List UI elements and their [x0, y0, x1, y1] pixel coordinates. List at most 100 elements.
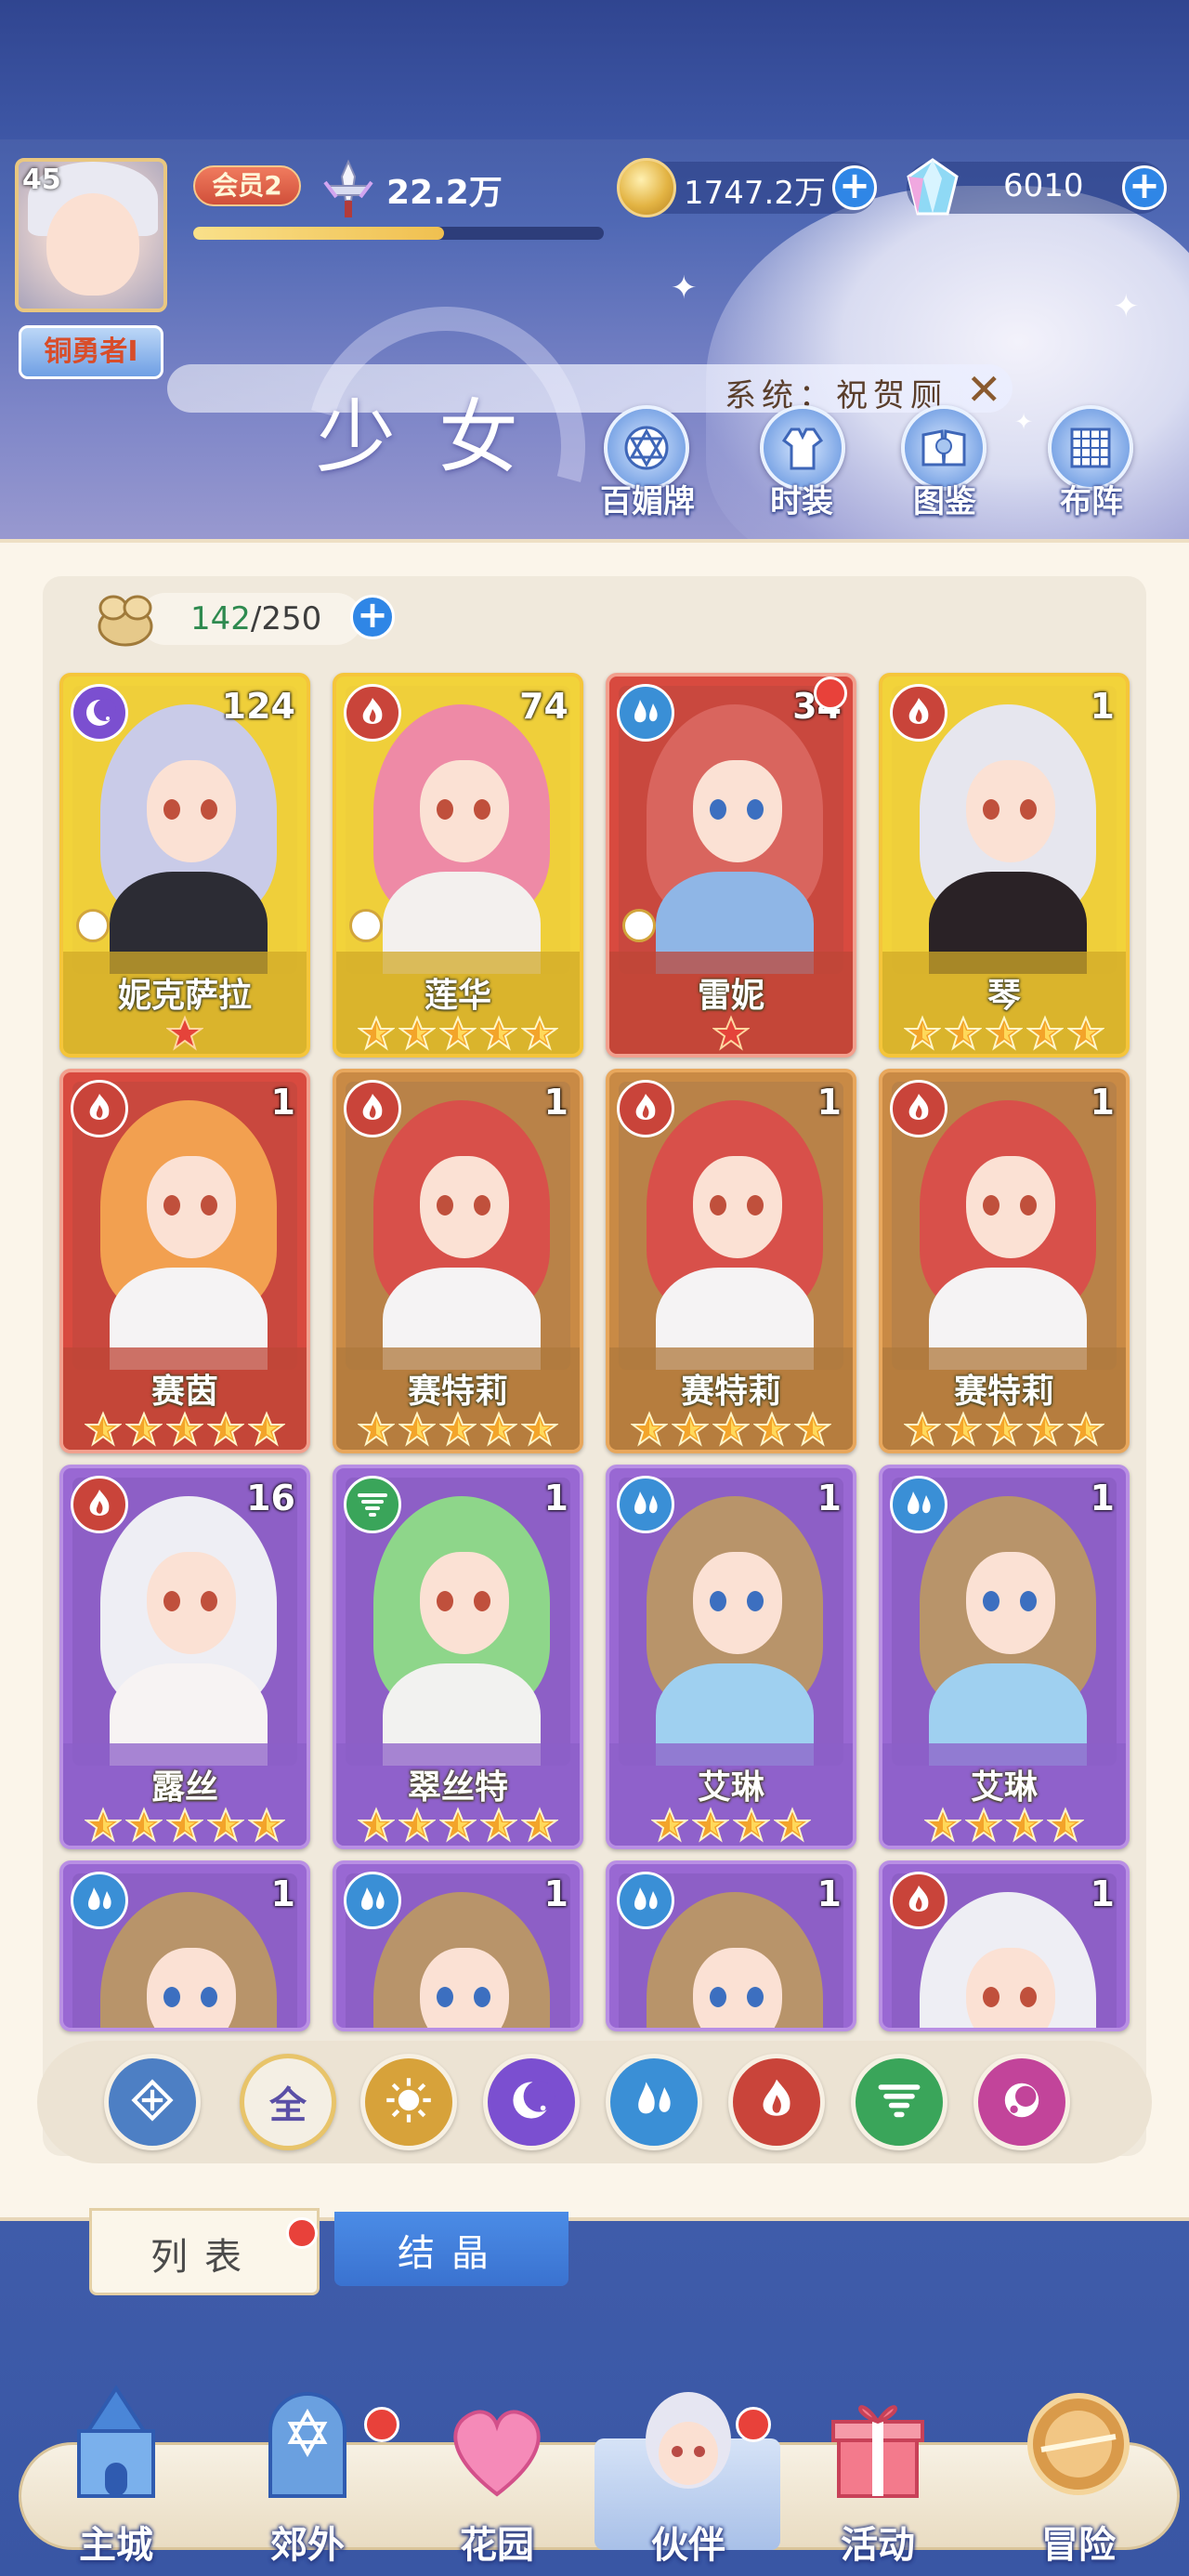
partner-card[interactable]: 1 — [333, 1860, 583, 2031]
close-icon[interactable]: ✕ — [966, 364, 1002, 414]
nav-label: 活动 — [841, 2524, 915, 2567]
filter-all-label: 全 — [269, 2084, 307, 2127]
class-icon — [126, 2074, 178, 2130]
card-count: 74 — [519, 686, 568, 727]
partner-card[interactable]: 124 妮克萨拉 — [59, 673, 310, 1058]
star-rating — [609, 1015, 853, 1052]
filter-dark-button[interactable] — [973, 2054, 1070, 2150]
tab-list-label: 列表 — [150, 2236, 258, 2279]
filter-water-button[interactable] — [606, 2054, 702, 2150]
card-name: 翠丝特 — [407, 1768, 508, 1807]
add-gold-button[interactable]: + — [832, 165, 877, 210]
partner-card[interactable]: 1 赛特莉 — [333, 1069, 583, 1453]
nav-heart[interactable]: 花园 — [409, 2385, 585, 2570]
fire-icon — [751, 2074, 803, 2130]
partner-card[interactable]: 1 — [59, 1860, 310, 2031]
nav-gate[interactable]: 郊外 — [219, 2385, 399, 2570]
menu-label-codex: 图鉴 — [913, 483, 976, 520]
card-name: 露丝 — [150, 1768, 218, 1807]
star-rating — [63, 1015, 307, 1052]
card-count: 1 — [817, 1082, 842, 1123]
gold-value: 1747.2万 — [684, 175, 826, 212]
gate-icon — [252, 2385, 363, 2505]
water-element-icon — [617, 1872, 674, 1929]
rank-badge[interactable]: 铜勇者Ⅰ — [19, 325, 163, 379]
card-name: 琴 — [986, 977, 1021, 1015]
sparkle-icon: ✦ — [671, 269, 698, 307]
water-icon — [628, 2074, 680, 2130]
partner-card[interactable]: 1琴 — [879, 673, 1130, 1058]
partner-card[interactable]: 1 艾琳 — [606, 1465, 856, 1849]
partner-card[interactable]: 16 露丝 — [59, 1465, 310, 1849]
nav-gift[interactable]: 活动 — [790, 2385, 966, 2570]
notification-dot — [364, 2407, 399, 2442]
menu-label-formation: 布阵 — [1060, 483, 1123, 520]
power-value: 22.2万 — [386, 174, 503, 212]
card-name: 妮克萨拉 — [117, 977, 252, 1015]
filter-wind-button[interactable] — [851, 2054, 947, 2150]
partner-card[interactable]: 34 雷妮 — [606, 673, 856, 1058]
card-count: 1 — [543, 1478, 568, 1518]
moon-icon — [505, 2074, 557, 2130]
card-count: 1 — [270, 1873, 295, 1914]
partner-card[interactable]: 1 赛特莉 — [879, 1069, 1130, 1453]
card-count: 1 — [543, 1082, 568, 1123]
card-name: 艾琳 — [697, 1768, 764, 1807]
capacity-max: /250 — [250, 600, 322, 637]
menu-label-cards: 百媚牌 — [600, 483, 695, 520]
chess-badge-icon — [349, 909, 383, 942]
nav-partner[interactable]: 伙伴 — [600, 2385, 777, 2570]
card-count: 124 — [221, 686, 295, 727]
nav-castle[interactable]: 主城 — [28, 2385, 204, 2570]
card-name: 莲华 — [424, 977, 491, 1015]
card-name: 赛特莉 — [680, 1373, 781, 1411]
filter-all-button[interactable]: 全 — [240, 2054, 336, 2150]
star-rating — [336, 1411, 580, 1448]
partner-card[interactable]: 1 — [606, 1860, 856, 2031]
filter-class-button[interactable] — [104, 2054, 201, 2150]
fire-element-icon — [890, 1872, 947, 1929]
partner-card[interactable]: 1 赛特莉 — [606, 1069, 856, 1453]
water-element-icon — [71, 1872, 128, 1929]
filter-sun-button[interactable] — [360, 2054, 457, 2150]
expand-capacity-button[interactable]: + — [350, 595, 395, 639]
crystal-gem-icon — [907, 158, 959, 216]
sun-icon — [383, 2074, 435, 2130]
water-element-icon — [617, 1476, 674, 1533]
fire-element-icon — [71, 1080, 128, 1137]
player-level: 45 — [22, 164, 61, 196]
card-count: 1 — [817, 1873, 842, 1914]
star-rating — [609, 1411, 853, 1448]
sparkle-icon: ✦ — [1014, 409, 1034, 435]
card-count: 1 — [1090, 686, 1115, 727]
water-element-icon — [617, 684, 674, 742]
card-count: 1 — [1090, 1082, 1115, 1123]
card-name: 赛茵 — [150, 1373, 218, 1411]
card-name: 雷妮 — [697, 977, 764, 1015]
star-rating — [609, 1807, 853, 1844]
card-icon — [624, 426, 669, 470]
exp-bar-fill — [193, 227, 444, 240]
dark-icon — [996, 2074, 1048, 2130]
add-gems-button[interactable]: + — [1122, 165, 1167, 210]
book-icon — [921, 429, 966, 467]
header-background: ✦ ✦ ✦ — [0, 0, 1189, 548]
water-element-icon — [344, 1872, 401, 1929]
card-count: 1 — [270, 1082, 295, 1123]
gem-value: 6010 — [1003, 167, 1084, 204]
fire-element-icon — [617, 1080, 674, 1137]
card-count: 1 — [1090, 1873, 1115, 1914]
notification-dot — [736, 2407, 771, 2442]
partner-card[interactable]: 1 翠丝特 — [333, 1465, 583, 1849]
partner-card[interactable]: 1 — [879, 1860, 1130, 2031]
partner-card[interactable]: 1 赛茵 — [59, 1069, 310, 1453]
partner-card[interactable]: 1 艾琳 — [879, 1465, 1130, 1849]
fire-element-icon — [890, 684, 947, 742]
nav-label: 郊外 — [270, 2524, 345, 2567]
formation-icon — [1070, 427, 1111, 468]
partner-card[interactable]: 74 莲华 — [333, 673, 583, 1058]
filter-fire-button[interactable] — [728, 2054, 825, 2150]
nav-compass[interactable]: 冒险 — [990, 2385, 1167, 2570]
vip-badge[interactable]: 会员2 — [193, 165, 301, 206]
filter-moon-button[interactable] — [483, 2054, 580, 2150]
